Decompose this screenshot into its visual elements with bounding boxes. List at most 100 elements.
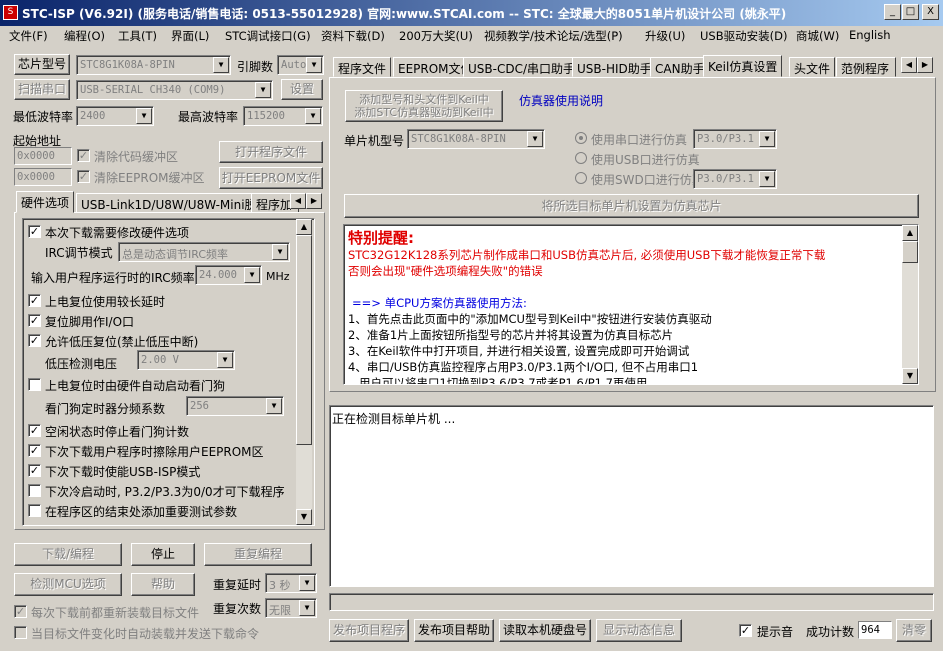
settings-button[interactable]: 设置 (281, 79, 323, 100)
publish-project-button[interactable]: 发布项目程序 (329, 619, 409, 642)
serial-pins-select[interactable]: P3.0/P3.1 ▼ (693, 129, 777, 149)
reset-pin-io-checkbox[interactable]: ✓ (28, 314, 41, 327)
tab-examples[interactable]: 范例程序 (836, 57, 896, 77)
scroll-down-icon[interactable]: ▼ (902, 368, 918, 384)
min-baud-select[interactable]: 2400 ▼ (76, 106, 154, 126)
add-to-keil-button[interactable]: 添加型号和头文件到Keil中 添加STC仿真器驱动到Keil中 (345, 90, 503, 122)
scroll-up-icon[interactable]: ▲ (296, 219, 312, 235)
tab-scroll-right-icon[interactable]: ▶ (306, 193, 322, 209)
tab-usb-hid[interactable]: USB-HID助手 (572, 57, 657, 77)
minimize-button[interactable]: _ (884, 4, 901, 20)
erase-eeprom-checkbox[interactable]: ✓ (28, 444, 41, 457)
add-test-params-checkbox[interactable] (28, 504, 41, 517)
chevron-down-icon: ▼ (299, 600, 315, 616)
swd-pins-select[interactable]: P3.0/P3.1 ▼ (693, 169, 777, 189)
open-eeprom-file-button[interactable]: 打开EEPROM文件 (219, 167, 323, 189)
low-voltage-reset-checkbox[interactable]: ✓ (28, 334, 41, 347)
menu-prize[interactable]: 200万大奖(U) (399, 28, 473, 44)
repeat-delay-select[interactable]: 3 秒 ▼ (265, 573, 317, 593)
hw-options-scrollbar[interactable]: ▲ ▼ (296, 219, 312, 525)
tab-hardware-options[interactable]: 硬件选项 (16, 191, 75, 213)
pin-count-select[interactable]: Auto ▼ (277, 55, 324, 75)
tab-program-file[interactable]: 程序文件 (333, 57, 392, 77)
app-icon: S (3, 5, 18, 20)
port-select[interactable]: USB-SERIAL CH340 (COM9) ▼ (76, 80, 273, 100)
reload-before-download-checkbox[interactable]: ✓ (14, 605, 27, 618)
clear-count-button[interactable]: 清零 (896, 619, 932, 642)
irc-frequency-select[interactable]: 24.000 ▼ (195, 265, 262, 285)
menu-usb-driver[interactable]: USB驱动安装(D) (700, 28, 787, 44)
menu-bar: 文件(F) 编程(O) 工具(T) 界面(L) STC调试接口(G) 资料下载(… (0, 26, 943, 46)
menu-interface[interactable]: 界面(L) (171, 28, 209, 44)
publish-help-button[interactable]: 发布项目帮助 (414, 619, 494, 642)
menu-debug-interface[interactable]: STC调试接口(G) (225, 28, 311, 44)
scroll-down-icon[interactable]: ▼ (296, 509, 312, 525)
repeat-program-button[interactable]: 重复编程 (204, 543, 312, 566)
tab-scroll-left-icon[interactable]: ◀ (290, 193, 306, 209)
watchdog-autostart-checkbox[interactable] (28, 378, 41, 391)
tab-keil-emulation[interactable]: Keil仿真设置 (703, 55, 783, 77)
stop-button[interactable]: 停止 (131, 543, 195, 566)
menu-file[interactable]: 文件(F) (9, 28, 48, 44)
watchdog-prescale-select[interactable]: 256 ▼ (186, 396, 284, 416)
menu-downloads[interactable]: 资料下载(D) (321, 28, 385, 44)
irc-mode-select[interactable]: 总是动态调节IRC频率 ▼ (118, 242, 290, 262)
download-program-button[interactable]: 下载/编程 (14, 543, 122, 566)
tab-header-files[interactable]: 头文件 (789, 57, 836, 77)
notice-text-area[interactable]: 特别提醒: STC32G12K128系列芯片制作成串口和USB仿真芯片后, 必须… (343, 224, 919, 385)
scan-port-button[interactable]: 扫描串口 (14, 79, 70, 100)
notice-step: 用户可以将串口1切换到P3.6/P3.7或者P1.6/P1.7再使用 (348, 376, 648, 385)
low-voltage-select[interactable]: 2.00 V ▼ (137, 350, 235, 370)
show-dynamic-info-button[interactable]: 显示动态信息 (596, 619, 682, 642)
usb-isp-mode-checkbox[interactable]: ✓ (28, 464, 41, 477)
tab-can[interactable]: CAN助手 (650, 57, 710, 77)
clear-eeprom-buffer-checkbox[interactable]: ✓ (77, 170, 90, 183)
mcu-type-select[interactable]: STC8G1K08A-8PIN ▼ (407, 129, 545, 149)
modify-hw-options-checkbox[interactable]: ✓ (28, 225, 41, 238)
scroll-thumb[interactable] (296, 235, 312, 445)
swd-emulation-radio[interactable] (575, 172, 587, 184)
hardware-options-list: ✓ 本次下载需要修改硬件选项 IRC调节模式 总是动态调节IRC频率 ▼ 输入用… (22, 218, 315, 526)
maximize-button[interactable]: □ (902, 4, 919, 20)
scroll-thumb[interactable] (902, 241, 918, 263)
reload-before-download-label: 每次下载前都重新装载目标文件 (31, 606, 200, 620)
code-address-input[interactable]: 0x0000 (14, 147, 72, 165)
chip-type-select[interactable]: STC8G1K08A-8PIN ▼ (76, 55, 231, 75)
repeat-count-select[interactable]: 无限 ▼ (265, 598, 317, 618)
menu-upgrade[interactable]: 升级(U) (645, 28, 685, 44)
scroll-up-icon[interactable]: ▲ (902, 225, 918, 241)
tab-offline-download[interactable]: USB-Link1D/U8W/U8W-Mini脱机 (76, 193, 274, 213)
idle-stop-watchdog-checkbox[interactable]: ✓ (28, 424, 41, 437)
help-button[interactable]: 帮助 (131, 573, 195, 596)
chevron-down-icon: ▼ (272, 244, 288, 260)
usb-emulation-radio[interactable] (575, 152, 587, 164)
auto-load-on-change-checkbox[interactable] (14, 626, 27, 639)
clear-code-buffer-checkbox[interactable]: ✓ (77, 149, 90, 162)
notice-scrollbar[interactable]: ▲ ▼ (902, 225, 918, 384)
tab-scroll-right-icon[interactable]: ▶ (917, 57, 933, 73)
check-mcu-button[interactable]: 检测MCU选项 (14, 573, 122, 596)
eeprom-address-input[interactable]: 0x0000 (14, 168, 72, 186)
p32-p33-download-checkbox[interactable] (28, 484, 41, 497)
close-button[interactable]: X (922, 4, 939, 20)
set-emulator-chip-button[interactable]: 将所选目标单片机设置为仿真芯片 (344, 194, 919, 218)
read-disk-id-button[interactable]: 读取本机硬盘号 (499, 619, 591, 642)
log-output[interactable]: 正在检测目标单片机 ... (329, 405, 934, 587)
irc-frequency-unit: MHz (266, 270, 290, 283)
tab-scroll-left-icon[interactable]: ◀ (901, 57, 917, 73)
tab-usb-cdc-serial[interactable]: USB-CDC/串口助手 (463, 57, 581, 77)
chevron-down-icon: ▼ (299, 575, 315, 591)
open-program-file-button[interactable]: 打开程序文件 (219, 141, 323, 163)
menu-shop[interactable]: 商城(W) (796, 28, 839, 44)
notice-step: 4、串口/USB仿真监控程序占用P3.0/P3.1两个I/O口, 但不占用串口1 (348, 360, 699, 374)
menu-tools[interactable]: 工具(T) (118, 28, 157, 44)
menu-program[interactable]: 编程(O) (64, 28, 105, 44)
menu-english[interactable]: English (849, 28, 891, 42)
beep-checkbox[interactable]: ✓ (739, 624, 752, 637)
long-reset-delay-checkbox[interactable]: ✓ (28, 294, 41, 307)
menu-videos[interactable]: 视频教学/技术论坛/选型(P) (484, 28, 623, 44)
max-baud-select[interactable]: 115200 ▼ (243, 106, 323, 126)
emulator-help-link[interactable]: 仿真器使用说明 (519, 92, 603, 109)
serial-emulation-radio[interactable] (575, 132, 587, 144)
chip-type-button[interactable]: 芯片型号 (14, 54, 70, 75)
